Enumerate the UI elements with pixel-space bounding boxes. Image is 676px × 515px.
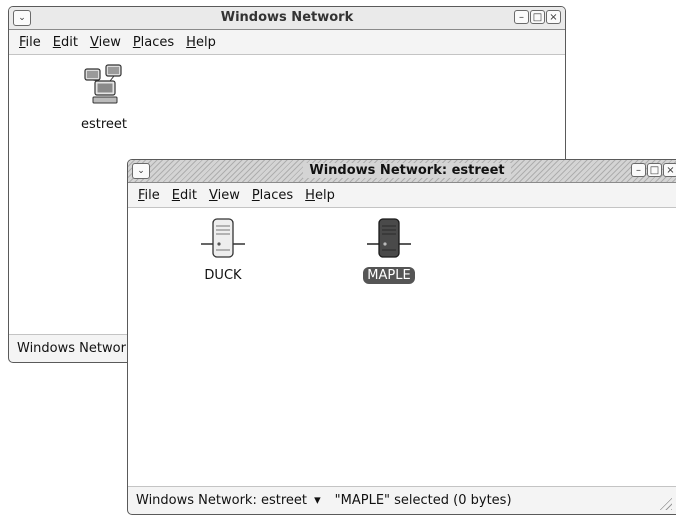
front-window-statusbar: Windows Network: estreet ▾ "MAPLE" selec… <box>128 486 676 514</box>
menu-help[interactable]: Help <box>299 188 341 203</box>
menu-view[interactable]: View <box>84 35 127 50</box>
chevron-down-icon: ▾ <box>314 493 321 508</box>
menu-places[interactable]: Places <box>246 188 299 203</box>
window-menu-icon[interactable]: ⌄ <box>13 10 31 26</box>
minimize-icon[interactable]: – <box>631 163 646 177</box>
location-dropdown[interactable]: Windows Network: estreet ▾ <box>136 493 321 508</box>
menu-edit[interactable]: Edit <box>166 188 203 203</box>
server-icon <box>367 218 411 258</box>
resize-grip-icon[interactable] <box>658 496 672 510</box>
status-location: Windows Network <box>17 341 134 356</box>
menu-file[interactable]: File <box>13 35 47 50</box>
menu-file[interactable]: File <box>132 188 166 203</box>
server-label-maple: MAPLE <box>363 267 415 284</box>
front-window-menubar: File Edit View Places Help <box>128 183 676 208</box>
status-selection-info: "MAPLE" selected (0 bytes) <box>334 493 512 508</box>
menu-view[interactable]: View <box>203 188 246 203</box>
status-location: Windows Network: estreet <box>136 493 307 508</box>
server-item-maple[interactable]: MAPLE <box>354 216 424 284</box>
front-window-content: DUCK MAPLE <box>128 208 676 486</box>
menu-places[interactable]: Places <box>127 35 180 50</box>
maximize-icon[interactable]: □ <box>647 163 662 177</box>
minimize-icon[interactable]: – <box>514 10 529 24</box>
server-icon <box>201 218 245 258</box>
back-window-title: Windows Network <box>220 10 354 25</box>
front-window[interactable]: ⌄ Windows Network: estreet – □ × File Ed… <box>127 159 676 515</box>
server-label-duck: DUCK <box>204 268 242 283</box>
front-window-titlebar[interactable]: ⌄ Windows Network: estreet – □ × <box>128 160 676 183</box>
close-icon[interactable]: × <box>546 10 561 24</box>
workgroup-item-estreet[interactable]: estreet <box>69 63 139 133</box>
server-item-duck[interactable]: DUCK <box>188 216 258 284</box>
workgroup-label: estreet <box>80 117 128 132</box>
close-icon[interactable]: × <box>663 163 676 177</box>
window-menu-icon[interactable]: ⌄ <box>132 163 150 179</box>
maximize-icon[interactable]: □ <box>530 10 545 24</box>
menu-edit[interactable]: Edit <box>47 35 84 50</box>
workgroup-network-icon <box>84 64 122 104</box>
back-window-menubar: File Edit View Places Help <box>9 30 565 55</box>
back-window-titlebar[interactable]: ⌄ Windows Network – □ × <box>9 7 565 30</box>
menu-help[interactable]: Help <box>180 35 222 50</box>
front-window-title: Windows Network: estreet <box>128 163 676 178</box>
